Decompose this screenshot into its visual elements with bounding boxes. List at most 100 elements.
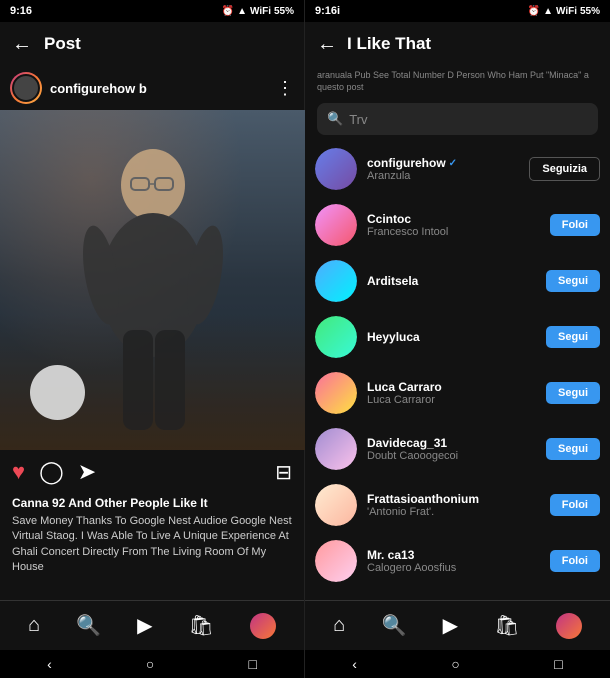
comment-button[interactable]: ◯ <box>39 459 64 485</box>
left-back-button[interactable]: ← <box>12 33 32 56</box>
sys-back-left[interactable]: ‹ <box>47 656 52 672</box>
search-input[interactable]: Trv <box>349 112 367 127</box>
like-fullname: Luca Carraror <box>367 394 536 406</box>
right-home-nav-icon[interactable]: ⌂ <box>333 614 345 637</box>
list-item: configurehow ✓Aranzula Seguizia <box>305 141 610 197</box>
like-fullname: Doubt Caooogecoi <box>367 450 536 462</box>
signal-icon: ▲ <box>237 6 247 17</box>
right-bottom-nav: ⌂ 🔍 ▶ 🛍 <box>305 600 610 650</box>
sys-home-right[interactable]: ○ <box>451 656 459 672</box>
right-time: 9:16i <box>315 5 340 17</box>
like-avatar[interactable] <box>315 540 357 582</box>
like-avatar[interactable] <box>315 148 357 190</box>
right-alarm-icon: ⏰ <box>528 6 540 17</box>
like-fullname: 'Antonio Frat'. <box>367 506 540 518</box>
like-info: Davidecag_31Doubt Caooogecoi <box>367 436 536 462</box>
left-bottom-nav: ⌂ 🔍 ▶ 🛍 <box>0 600 304 650</box>
right-wifi-icon: WiFi <box>556 6 577 17</box>
list-item: Arditsela Segui <box>305 253 610 309</box>
sys-home-left[interactable]: ○ <box>146 656 154 672</box>
like-avatar[interactable] <box>315 260 357 302</box>
list-item: Mr. ca13Calogero Aoosfius Foloi <box>305 533 610 589</box>
right-profile-nav-icon[interactable] <box>556 613 582 639</box>
bookmark-button[interactable]: ⊟ <box>275 460 292 485</box>
list-item: Frattasioanthonium'Antonio Frat'. Foloi <box>305 477 610 533</box>
follow-button[interactable]: Segui <box>546 382 600 404</box>
like-username[interactable]: Frattasioanthonium <box>367 492 540 506</box>
follow-button[interactable]: Segui <box>546 438 600 460</box>
right-panel: 9:16i ⏰ ▲ WiFi 55% ← I Like That aranual… <box>305 0 610 678</box>
follow-button[interactable]: Seguizia <box>529 157 600 181</box>
like-username[interactable]: Arditsela <box>367 274 536 288</box>
alarm-icon: ⏰ <box>222 6 234 17</box>
post-caption: Canna 92 And Other People Like It Save M… <box>0 494 304 600</box>
left-status-icons: ⏰ ▲ WiFi 55% <box>222 6 294 17</box>
post-more-button[interactable]: ⋮ <box>276 78 294 99</box>
like-info: Mr. ca13Calogero Aoosfius <box>367 548 540 574</box>
right-system-nav: ‹ ○ □ <box>305 650 610 678</box>
post-header: configurehow b ⋮ <box>0 66 304 110</box>
like-avatar[interactable] <box>315 316 357 358</box>
list-item: Heyyluca Segui <box>305 309 610 365</box>
follow-button[interactable]: Segui <box>546 326 600 348</box>
likes-count[interactable]: Canna 92 And Other People Like It <box>12 496 292 510</box>
sys-recents-left[interactable]: □ <box>248 656 256 672</box>
list-item: CcintocFrancesco Intool Foloi <box>305 197 610 253</box>
like-fullname: Aranzula <box>367 170 519 182</box>
battery-text: 55% <box>274 6 294 17</box>
sys-back-right[interactable]: ‹ <box>352 656 357 672</box>
right-status-bar: 9:16i ⏰ ▲ WiFi 55% <box>305 0 610 22</box>
like-info: Arditsela <box>367 274 536 288</box>
like-info: Heyyluca <box>367 330 536 344</box>
like-avatar[interactable] <box>315 484 357 526</box>
follow-button[interactable]: Foloi <box>550 550 600 572</box>
right-back-button[interactable]: ← <box>317 33 337 56</box>
follow-button[interactable]: Segui <box>546 270 600 292</box>
share-button[interactable]: ➤ <box>78 459 96 485</box>
home-nav-icon[interactable]: ⌂ <box>28 614 40 637</box>
like-avatar[interactable] <box>315 428 357 470</box>
profile-nav-icon[interactable] <box>250 613 276 639</box>
like-button[interactable]: ♥ <box>12 459 25 485</box>
caption-body: Save Money Thanks To Google Nest Audioe … <box>12 514 292 576</box>
right-search-nav-icon[interactable]: 🔍 <box>381 613 406 638</box>
search-nav-icon[interactable]: 🔍 <box>76 613 101 638</box>
right-signal-icon: ▲ <box>543 6 553 17</box>
left-time: 9:16 <box>10 5 32 17</box>
device-object <box>30 365 85 420</box>
like-fullname: Francesco Intool <box>367 226 540 238</box>
like-info: Luca CarraroLuca Carraror <box>367 380 536 406</box>
like-username[interactable]: Ccintoc <box>367 212 540 226</box>
left-page-title: Post <box>44 34 81 54</box>
like-info: configurehow ✓Aranzula <box>367 156 519 182</box>
right-battery-text: 55% <box>580 6 600 17</box>
right-shop-nav-icon[interactable]: 🛍 <box>494 613 519 638</box>
left-nav-bar: ← Post <box>0 22 304 66</box>
like-username[interactable]: Davidecag_31 <box>367 436 536 450</box>
post-username[interactable]: configurehow b <box>50 81 268 96</box>
shop-nav-icon[interactable]: 🛍 <box>189 613 214 638</box>
like-username[interactable]: Luca Carraro <box>367 380 536 394</box>
follow-button[interactable]: Foloi <box>550 494 600 516</box>
verified-badge: ✓ <box>449 158 457 169</box>
right-nav-bar: ← I Like That <box>305 22 610 66</box>
post-actions: ♥ ◯ ➤ ⊟ <box>0 450 304 494</box>
info-bar: aranuala Pub See Total Number D Person W… <box>305 66 610 97</box>
reels-nav-icon[interactable]: ▶ <box>137 613 152 638</box>
post-avatar[interactable] <box>10 72 42 104</box>
search-bar[interactable]: 🔍 Trv <box>317 103 598 135</box>
like-username[interactable]: Heyyluca <box>367 330 536 344</box>
post-avatar-inner <box>12 74 40 102</box>
like-username[interactable]: configurehow ✓ <box>367 156 519 170</box>
like-avatar[interactable] <box>315 204 357 246</box>
left-panel: 9:16 ⏰ ▲ WiFi 55% ← Post configurehow b … <box>0 0 305 678</box>
follow-button[interactable]: Foloi <box>550 214 600 236</box>
sys-recents-right[interactable]: □ <box>554 656 562 672</box>
like-avatar[interactable] <box>315 372 357 414</box>
left-status-bar: 9:16 ⏰ ▲ WiFi 55% <box>0 0 304 22</box>
right-page-title: I Like That <box>347 34 431 54</box>
search-icon: 🔍 <box>327 111 343 127</box>
right-reels-nav-icon[interactable]: ▶ <box>443 613 458 638</box>
left-system-nav: ‹ ○ □ <box>0 650 304 678</box>
like-username[interactable]: Mr. ca13 <box>367 548 540 562</box>
